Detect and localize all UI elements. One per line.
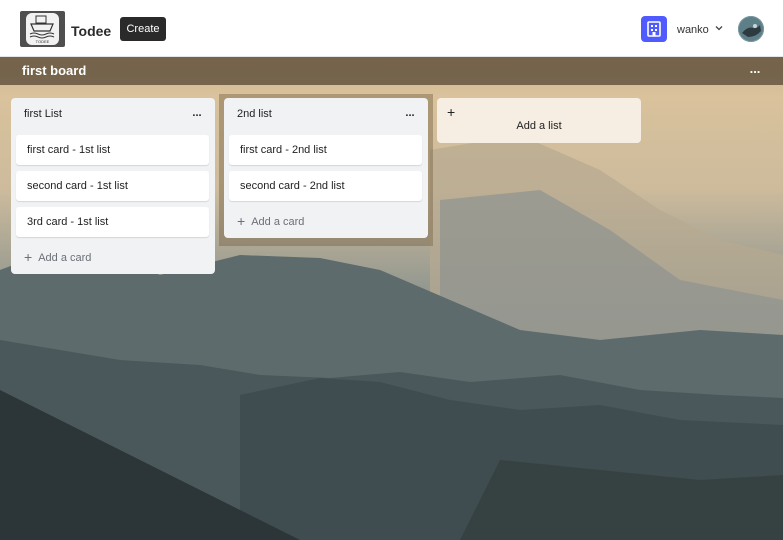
card[interactable]: 3rd card - 1st list bbox=[16, 207, 209, 237]
logo-caption: TODEE bbox=[36, 39, 50, 44]
list-menu-button[interactable]: ... bbox=[402, 107, 418, 121]
plus-icon: + bbox=[24, 249, 33, 265]
create-button[interactable]: Create bbox=[120, 17, 166, 41]
plus-icon: + bbox=[447, 104, 456, 120]
board-menu-button[interactable]: ... bbox=[746, 62, 764, 78]
user-avatar[interactable] bbox=[738, 16, 764, 42]
card[interactable]: first card - 1st list bbox=[16, 135, 209, 165]
list-first-list: first List ... first card - 1st list sec… bbox=[11, 98, 215, 274]
add-card-button[interactable]: + Add a card bbox=[24, 249, 91, 265]
plus-icon: + bbox=[237, 213, 246, 229]
add-list-button[interactable]: + Add a list bbox=[437, 98, 641, 143]
add-card-label: Add a card bbox=[38, 252, 92, 264]
board-header: first board ... bbox=[0, 57, 783, 85]
list-2nd-list: 2nd list ... first card - 2nd list secon… bbox=[224, 98, 428, 238]
chevron-down-icon[interactable] bbox=[714, 23, 724, 33]
add-card-label: Add a card bbox=[251, 216, 305, 228]
top-navigation-bar: TODEE Todee Create wanko bbox=[0, 0, 783, 57]
workspace-button[interactable] bbox=[641, 16, 667, 42]
add-list-label: Add a list bbox=[516, 120, 562, 132]
list-title[interactable]: 2nd list bbox=[237, 108, 272, 120]
username-label[interactable]: wanko bbox=[677, 24, 709, 36]
card[interactable]: second card - 2nd list bbox=[229, 171, 422, 201]
list-menu-button[interactable]: ... bbox=[189, 107, 205, 121]
building-icon bbox=[647, 21, 661, 37]
app-logo[interactable]: TODEE bbox=[20, 11, 65, 47]
app-name: Todee bbox=[71, 23, 112, 39]
ship-logo-icon: TODEE bbox=[29, 15, 55, 44]
avatar-icon bbox=[738, 16, 764, 42]
add-card-button[interactable]: + Add a card bbox=[237, 213, 304, 229]
list-title[interactable]: first List bbox=[24, 108, 62, 120]
board-title[interactable]: first board bbox=[22, 63, 86, 78]
card[interactable]: second card - 1st list bbox=[16, 171, 209, 201]
card[interactable]: first card - 2nd list bbox=[229, 135, 422, 165]
